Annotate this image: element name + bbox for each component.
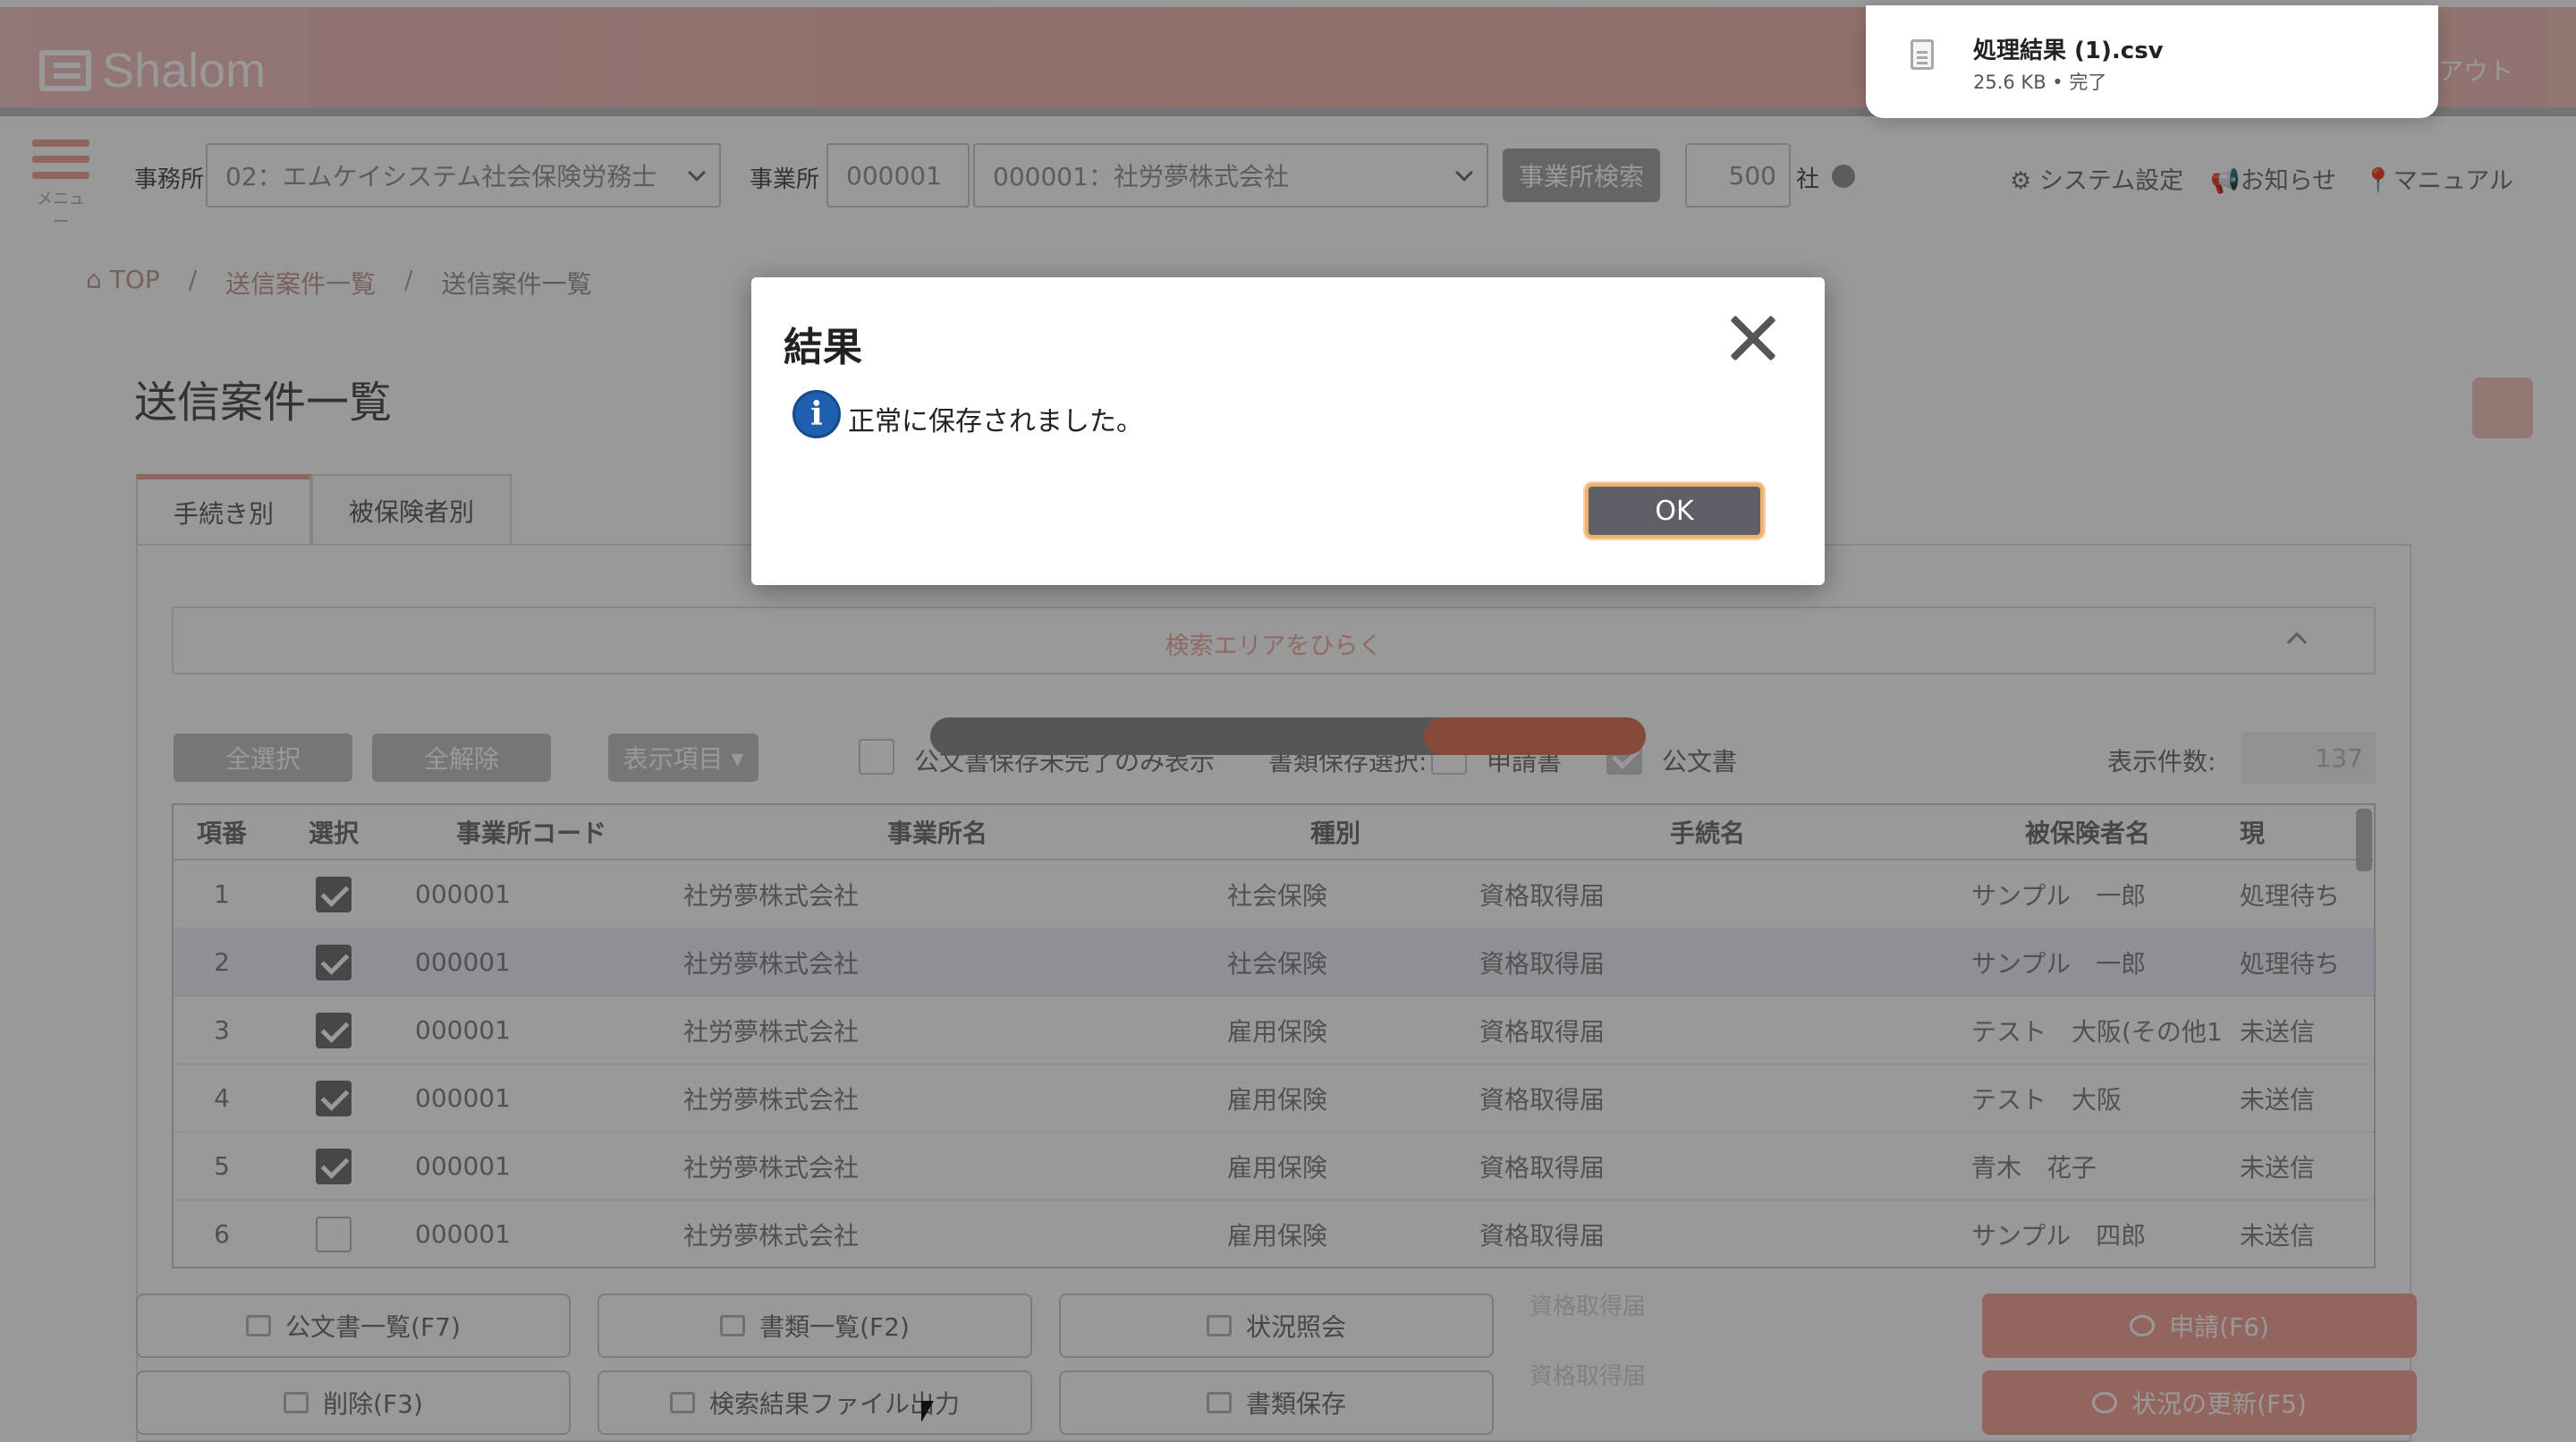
close-icon[interactable] <box>1728 313 1778 363</box>
dialog-title: 結果 <box>784 325 862 370</box>
download-notification[interactable]: 処理結果 (1).csv 25.6 KB • 完了 <box>1866 5 2438 118</box>
file-icon <box>1911 39 1934 70</box>
info-icon: i <box>792 390 841 438</box>
ok-button[interactable]: OK <box>1585 483 1764 539</box>
modal-backdrop[interactable] <box>0 0 2576 1442</box>
dialog-message: 正常に保存されました。 <box>848 406 1143 437</box>
app-root: Shalom ログアウト メニュー 事務所 02：エムケイシステム社会保険労務士… <box>0 0 2576 1442</box>
result-dialog: 結果 i 正常に保存されました。 OK <box>751 277 1825 585</box>
download-filename[interactable]: 処理結果 (1).csv <box>1973 32 2164 65</box>
mouse-cursor <box>921 1401 934 1422</box>
download-meta: 25.6 KB • 完了 <box>1973 72 2107 93</box>
